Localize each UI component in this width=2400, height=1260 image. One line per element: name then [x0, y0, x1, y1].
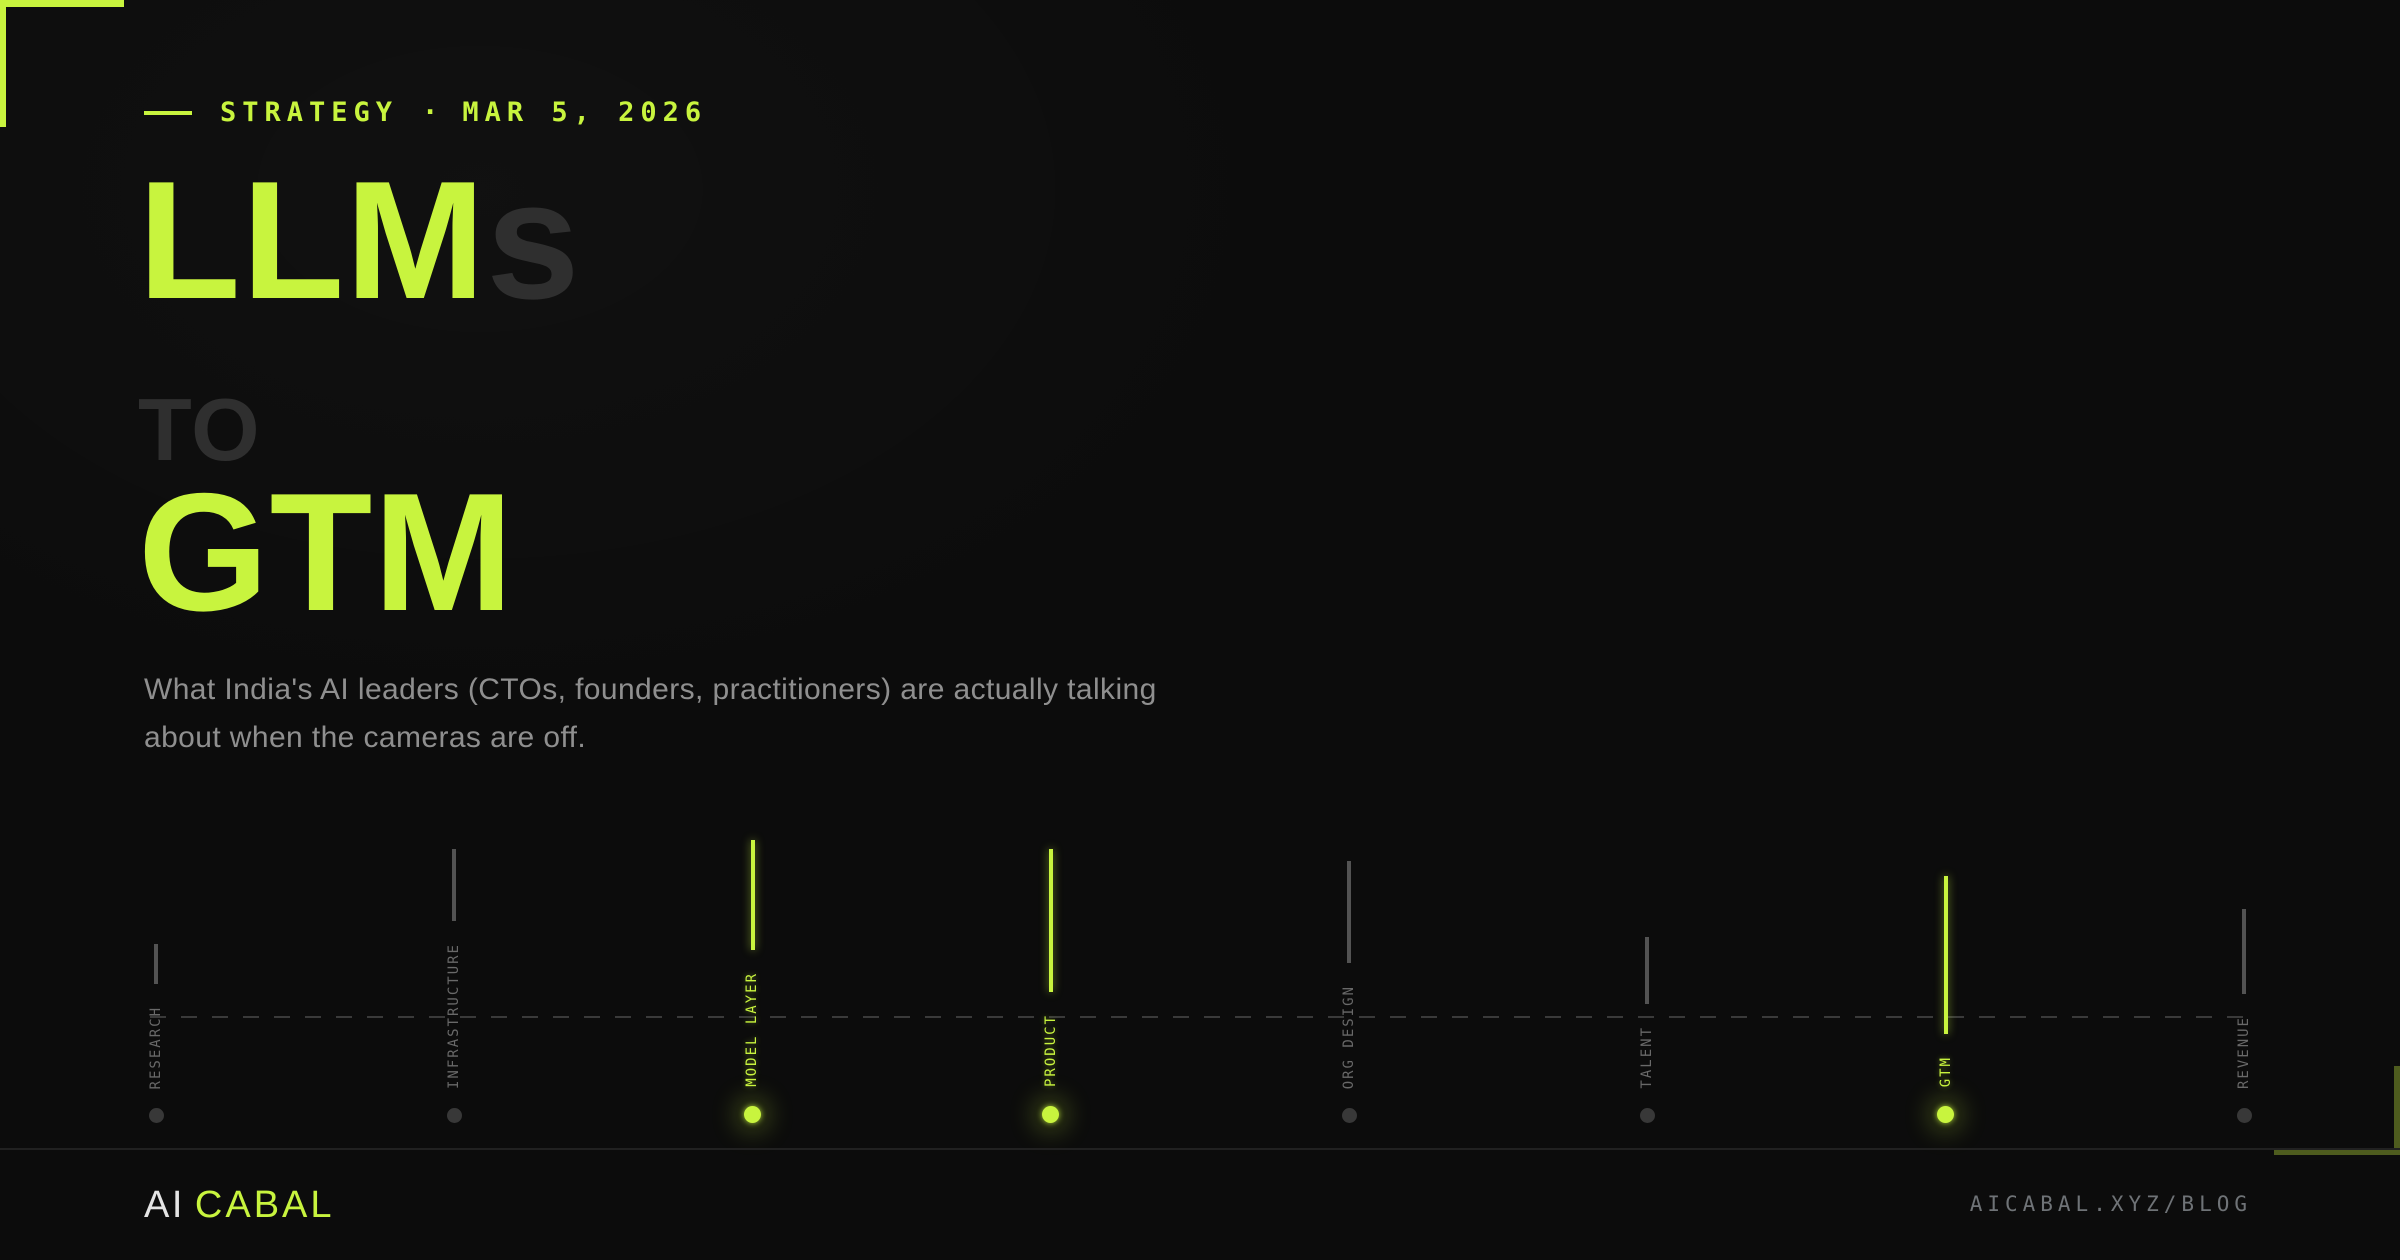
timeline-item-talent: TALENT [1577, 937, 1717, 1123]
timeline-label: GTM [1937, 1055, 1954, 1087]
title-line-llms: LLMs [138, 156, 581, 324]
timeline-dot-icon [744, 1106, 762, 1123]
timeline-tick-line [1048, 848, 1053, 992]
subtitle-line-2: about when the cameras are off. [144, 721, 587, 754]
timeline-label: PRODUCT [1042, 1013, 1059, 1087]
timeline-dot-icon [1042, 1106, 1060, 1123]
timeline-tick-line [154, 943, 158, 984]
timeline-dot-icon [1937, 1106, 1955, 1123]
brand-logo: AI CABAL [144, 1184, 335, 1227]
timeline-dot-icon [1639, 1108, 1655, 1123]
timeline-item-org-design: ORG DESIGN [1279, 860, 1419, 1123]
timeline-item-model-layer: MODEL LAYER [683, 840, 823, 1123]
timeline-label: TALENT [1639, 1026, 1656, 1089]
separator-dot: · [422, 97, 439, 128]
timeline-dot-icon [1341, 1108, 1357, 1123]
eyebrow: STRATEGY · MAR 5, 2026 [144, 97, 707, 128]
timeline-tick-line [750, 840, 755, 951]
timeline-dashed-axis [150, 1016, 2254, 1018]
blog-cover-card: STRATEGY · MAR 5, 2026 LLMs TO GTM What … [0, 0, 2400, 1260]
brand-accent: CABAL [194, 1184, 335, 1226]
subtitle-line-1: What India's AI leaders (CTOs, founders,… [144, 673, 1157, 706]
timeline-dot-icon [446, 1108, 462, 1123]
eyebrow-dash-icon [144, 110, 192, 115]
page-title: LLMs TO GTM [138, 156, 581, 636]
timeline-dot-icon [2236, 1108, 2252, 1123]
timeline-tick-line [452, 848, 457, 921]
timeline-label: RESEARCH [147, 1005, 164, 1089]
timeline-item-product: PRODUCT [981, 848, 1121, 1123]
title-llm: LLM [138, 146, 487, 334]
date-label: MAR 5, 2026 [462, 97, 708, 128]
title-s: s [486, 146, 581, 334]
category-label: STRATEGY [220, 97, 399, 128]
corner-bracket-top-left-icon [0, 0, 124, 127]
timeline-tick-line [1347, 860, 1352, 963]
timeline-tick-line [1943, 875, 1948, 1034]
timeline-label: MODEL LAYER [744, 972, 761, 1087]
blog-url: AICABAL.XYZ/BLOG [1969, 1192, 2252, 1216]
timeline-item-gtm: GTM [1876, 875, 2016, 1123]
timeline-tick-line [2242, 908, 2246, 994]
footer-divider [0, 1148, 2400, 1150]
timeline-item-research: RESEARCH [86, 943, 226, 1123]
timeline-label: INFRASTRUCTURE [446, 942, 463, 1089]
timeline-tick-line [1645, 937, 1650, 1005]
corner-bracket-bottom-right-icon [2274, 1066, 2400, 1155]
brand-primary: AI [144, 1184, 185, 1226]
timeline-label: ORG DESIGN [1341, 984, 1358, 1089]
title-gtm: GTM [138, 458, 515, 646]
timeline-dot-icon [148, 1108, 164, 1123]
timeline-label: REVENUE [2235, 1015, 2252, 1089]
timeline-item-infrastructure: INFRASTRUCTURE [384, 848, 524, 1123]
subtitle: What India's AI leaders (CTOs, founders,… [144, 666, 1244, 762]
